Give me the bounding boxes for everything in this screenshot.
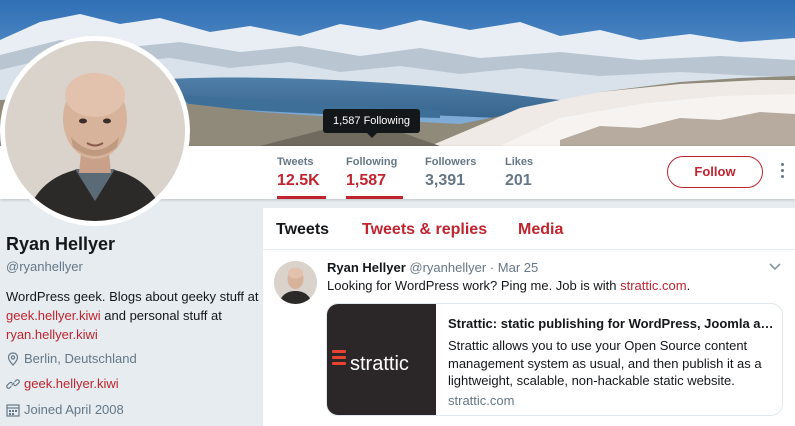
bio-text: WordPress geek. Blogs about geeky stuff … xyxy=(6,289,259,304)
link-card[interactable]: strattic Strattic: static publishing for… xyxy=(326,303,783,416)
stat-likes-label: Likes xyxy=(505,156,534,168)
location-pin-icon xyxy=(7,352,19,366)
bio-text: and personal stuff at xyxy=(100,308,222,323)
timeline-tabs: Tweets Tweets & replies Media xyxy=(263,208,795,250)
tweet-text-end: . xyxy=(686,278,691,293)
stat-following[interactable]: Following 1,587 xyxy=(346,146,404,199)
stat-tweets[interactable]: Tweets 12.5K xyxy=(277,146,326,199)
tweet-avatar-photo xyxy=(274,261,317,304)
stat-tweets-label: Tweets xyxy=(277,156,314,168)
tweet-author-handle[interactable]: @ryanhellyer xyxy=(409,260,486,275)
profile-bio: WordPress geek. Blogs about geeky stuff … xyxy=(6,287,261,344)
profile-avatar[interactable] xyxy=(0,36,190,226)
profile-joined: Joined April 2008 xyxy=(6,401,124,419)
profile-website: geek.hellyer.kiwi xyxy=(6,375,119,393)
stat-following-value: 1,587 xyxy=(346,172,387,189)
bio-link-personal[interactable]: ryan.hellyer.kiwi xyxy=(6,327,98,342)
tweet-date[interactable]: Mar 25 xyxy=(498,260,538,275)
avatar-photo xyxy=(5,41,185,221)
card-domain: strattic.com xyxy=(448,393,515,408)
stat-tweets-value: 12.5K xyxy=(277,172,320,189)
tweet-author-name[interactable]: Ryan Hellyer xyxy=(327,260,406,275)
tweet[interactable]: Ryan Hellyer @ryanhellyer · Mar 25 Looki… xyxy=(263,251,795,426)
calendar-icon xyxy=(6,404,20,417)
location-text: Berlin, Deutschland xyxy=(24,351,137,366)
profile-name: Ryan Hellyer xyxy=(6,234,116,254)
card-logo-text: strattic xyxy=(350,353,409,375)
stat-following-label: Following xyxy=(346,156,398,168)
tweet-separator: · xyxy=(489,260,495,275)
profile-location: Berlin, Deutschland xyxy=(6,350,137,368)
website-link[interactable]: geek.hellyer.kiwi xyxy=(24,376,119,391)
strattic-logo: strattic xyxy=(332,350,409,376)
stat-followers[interactable]: Followers 3,391 xyxy=(425,146,476,199)
tweet-header: Ryan Hellyer @ryanhellyer · Mar 25 xyxy=(327,260,538,275)
tweet-text-body: Looking for WordPress work? Ping me. Job… xyxy=(327,278,621,293)
stat-followers-label: Followers xyxy=(425,156,477,168)
more-vertical-icon[interactable] xyxy=(779,163,785,181)
tab-media[interactable]: Media xyxy=(518,221,563,239)
stat-likes-value: 201 xyxy=(505,172,532,189)
tweet-link[interactable]: strattic.com xyxy=(620,278,686,293)
card-description: Strattic allows you to use your Open Sou… xyxy=(448,338,762,388)
link-icon xyxy=(6,379,20,389)
joined-text: Joined April 2008 xyxy=(24,402,124,417)
stat-followers-value: 3,391 xyxy=(425,172,466,189)
strattic-logo-icon xyxy=(332,350,346,368)
card-image: strattic xyxy=(327,304,436,415)
card-title: Strattic: static publishing for WordPres… xyxy=(448,316,778,331)
tab-tweets-replies[interactable]: Tweets & replies xyxy=(362,221,487,239)
stat-likes[interactable]: Likes 201 xyxy=(505,146,533,199)
timeline: Tweets Tweets & replies Media Ryan Helly… xyxy=(263,208,795,426)
chevron-down-icon[interactable] xyxy=(769,263,781,271)
bio-link-geek[interactable]: geek.hellyer.kiwi xyxy=(6,308,101,323)
tweet-text: Looking for WordPress work? Ping me. Job… xyxy=(327,278,690,293)
following-tooltip: 1,587 Following xyxy=(323,109,421,138)
tweet-avatar[interactable] xyxy=(274,261,317,304)
profile-handle: @ryanhellyer xyxy=(6,259,83,274)
tab-tweets[interactable]: Tweets xyxy=(276,221,329,239)
follow-button[interactable]: Follow xyxy=(667,156,763,188)
